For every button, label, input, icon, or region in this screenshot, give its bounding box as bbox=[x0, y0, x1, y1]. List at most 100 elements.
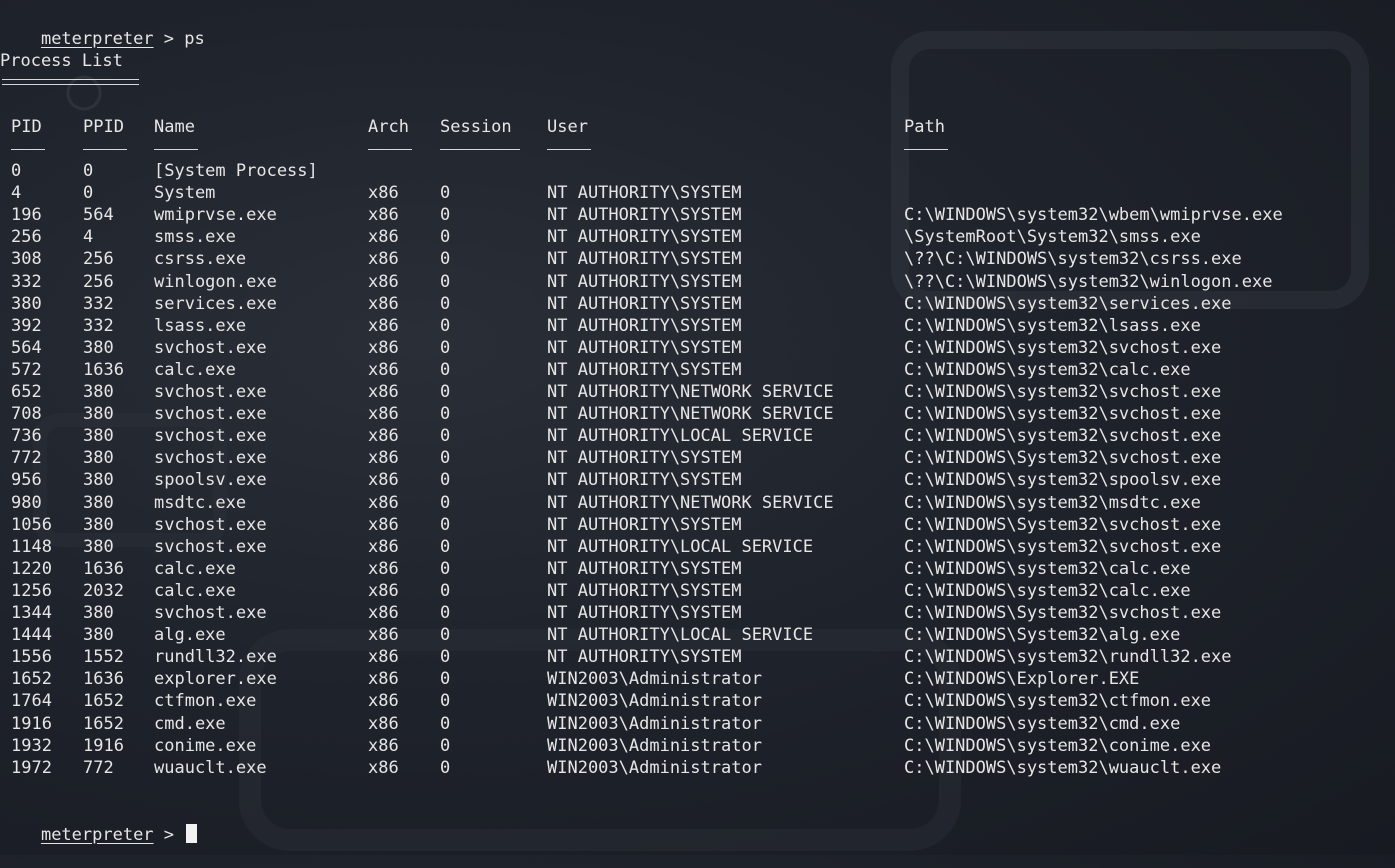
cell-arch: x86 bbox=[368, 404, 399, 424]
cell-ppid: 256 bbox=[83, 272, 114, 292]
cell-session: 0 bbox=[440, 669, 451, 689]
table-row: 1916 1652 cmd.exe x86 0 WIN2003\Administrator… bbox=[0, 713, 1395, 735]
terminal-window[interactable]: meterpreter > ps Process List PID PPID N… bbox=[0, 0, 1395, 855]
cell-name: rundll32.exe bbox=[154, 647, 277, 667]
header-rule-arch bbox=[368, 149, 412, 150]
cell-pid: 708 bbox=[11, 404, 42, 424]
table-row: 1932 1916 conime.exe x86 0 WIN2003\Administra… bbox=[0, 735, 1395, 757]
table-row: 4 0 System x86 0 NT AUTHORITY\SYSTEM bbox=[0, 182, 1395, 204]
cell-name: spoolsv.exe bbox=[154, 470, 267, 490]
cell-user: NT AUTHORITY\SYSTEM bbox=[547, 581, 742, 601]
cell-name: calc.exe bbox=[154, 559, 236, 579]
cell-path: C:\WINDOWS\System32\svchost.exe bbox=[904, 448, 1222, 468]
table-row: 564 380 svchost.exe x86 0 NT AUTHORITY\SYSTEM… bbox=[0, 337, 1395, 359]
table-row: 772 380 svchost.exe x86 0 NT AUTHORITY\SYSTEM… bbox=[0, 447, 1395, 469]
cell-path: \SystemRoot\System32\smss.exe bbox=[904, 227, 1201, 247]
cell-path: C:\WINDOWS\system32\msdtc.exe bbox=[904, 493, 1201, 513]
cell-pid: 380 bbox=[11, 294, 42, 314]
cell-session: 0 bbox=[440, 338, 451, 358]
cell-pid: 1056 bbox=[11, 515, 52, 535]
cell-name: calc.exe bbox=[154, 360, 236, 380]
cell-name: svchost.exe bbox=[154, 338, 267, 358]
cell-pid: 1972 bbox=[11, 758, 52, 778]
cell-user: WIN2003\Administrator bbox=[547, 669, 762, 689]
cell-name: services.exe bbox=[154, 294, 277, 314]
cell-user: NT AUTHORITY\LOCAL SERVICE bbox=[547, 537, 814, 557]
cell-user: WIN2003\Administrator bbox=[547, 714, 762, 734]
cell-path: C:\WINDOWS\system32\svchost.exe bbox=[904, 426, 1222, 446]
table-row: 1556 1552 rundll32.exe x86 0 NT AUTHORITY\SYS… bbox=[0, 646, 1395, 668]
cell-ppid: 380 bbox=[83, 426, 114, 446]
cell-ppid: 1636 bbox=[83, 360, 124, 380]
cell-arch: x86 bbox=[368, 316, 399, 336]
cell-path: C:\WINDOWS\system32\svchost.exe bbox=[904, 404, 1222, 424]
cell-ppid: 0 bbox=[83, 161, 94, 181]
cell-arch: x86 bbox=[368, 758, 399, 778]
cell-session: 0 bbox=[440, 625, 451, 645]
cell-ppid: 1652 bbox=[83, 691, 124, 711]
header-user: User bbox=[547, 117, 588, 137]
header-ppid: PPID bbox=[83, 117, 124, 137]
cell-path: C:\WINDOWS\System32\alg.exe bbox=[904, 625, 1181, 645]
cell-user: NT AUTHORITY\NETWORK SERVICE bbox=[547, 493, 834, 513]
header-name: Name bbox=[154, 117, 195, 137]
cell-ppid: 1652 bbox=[83, 714, 124, 734]
cell-arch: x86 bbox=[368, 205, 399, 225]
cell-name: alg.exe bbox=[154, 625, 226, 645]
cell-ppid: 256 bbox=[83, 249, 114, 269]
cell-ppid: 380 bbox=[83, 537, 114, 557]
cell-pid: 980 bbox=[11, 493, 42, 513]
cell-arch: x86 bbox=[368, 382, 399, 402]
cell-ppid: 1552 bbox=[83, 647, 124, 667]
cell-pid: 196 bbox=[11, 205, 42, 225]
cell-ppid: 332 bbox=[83, 316, 114, 336]
cell-pid: 1256 bbox=[11, 581, 52, 601]
cell-user: NT AUTHORITY\SYSTEM bbox=[547, 515, 742, 535]
cell-name: msdtc.exe bbox=[154, 493, 247, 513]
cell-ppid: 1916 bbox=[83, 736, 124, 756]
cell-arch: x86 bbox=[368, 470, 399, 490]
cell-path: \??\C:\WINDOWS\system32\winlogon.exe bbox=[904, 272, 1273, 292]
header-pid: PID bbox=[11, 117, 42, 137]
cell-user: NT AUTHORITY\LOCAL SERVICE bbox=[547, 625, 814, 645]
header-path: Path bbox=[904, 117, 945, 137]
table-row: 572 1636 calc.exe x86 0 NT AUTHORITY\SYSTEM C:… bbox=[0, 359, 1395, 381]
cell-ppid: 564 bbox=[83, 205, 114, 225]
header-arch: Arch bbox=[368, 117, 409, 137]
table-row: 980 380 msdtc.exe x86 0 NT AUTHORITY\NETWORK … bbox=[0, 492, 1395, 514]
cell-name: winlogon.exe bbox=[154, 272, 277, 292]
cell-user: NT AUTHORITY\SYSTEM bbox=[547, 272, 742, 292]
cell-user: NT AUTHORITY\SYSTEM bbox=[547, 603, 742, 623]
cell-arch: x86 bbox=[368, 183, 399, 203]
cell-path: C:\WINDOWS\system32\svchost.exe bbox=[904, 537, 1222, 557]
cell-ppid: 380 bbox=[83, 625, 114, 645]
cell-session: 0 bbox=[440, 249, 451, 269]
cell-ppid: 1636 bbox=[83, 669, 124, 689]
cell-session: 0 bbox=[440, 382, 451, 402]
table-row: 1972 772 wuauclt.exe x86 0 WIN2003\Administra… bbox=[0, 757, 1395, 779]
cell-user: WIN2003\Administrator bbox=[547, 691, 762, 711]
cell-session: 0 bbox=[440, 559, 451, 579]
table-row: 1148 380 svchost.exe x86 0 NT AUTHORITY\LOCAL… bbox=[0, 536, 1395, 558]
cell-session: 0 bbox=[440, 183, 451, 203]
header-rule-session bbox=[440, 149, 520, 150]
cell-ppid: 380 bbox=[83, 603, 114, 623]
cell-user: WIN2003\Administrator bbox=[547, 736, 762, 756]
cell-pid: 332 bbox=[11, 272, 42, 292]
cell-pid: 1556 bbox=[11, 647, 52, 667]
cell-user: WIN2003\Administrator bbox=[547, 758, 762, 778]
cell-pid: 1220 bbox=[11, 559, 52, 579]
cell-session: 0 bbox=[440, 227, 451, 247]
cell-arch: x86 bbox=[368, 294, 399, 314]
cell-ppid: 2032 bbox=[83, 581, 124, 601]
prompt-label: meterpreter bbox=[40, 29, 154, 49]
table-row: 380 332 services.exe x86 0 NT AUTHORITY\SYSTE… bbox=[0, 293, 1395, 315]
cell-pid: 392 bbox=[11, 316, 42, 336]
table-row: 0 0 [System Process] bbox=[0, 160, 1395, 182]
table-row: 196 564 wmiprvse.exe x86 0 NT AUTHORITY\SYSTE… bbox=[0, 204, 1395, 226]
table-row: 332 256 winlogon.exe x86 0 NT AUTHORITY\SYSTE… bbox=[0, 271, 1395, 293]
cell-name: explorer.exe bbox=[154, 669, 277, 689]
input-line[interactable]: meterpreter > bbox=[0, 802, 198, 845]
table-row: 736 380 svchost.exe x86 0 NT AUTHORITY\LOCAL … bbox=[0, 425, 1395, 447]
cell-path: C:\WINDOWS\system32\svchost.exe bbox=[904, 338, 1222, 358]
